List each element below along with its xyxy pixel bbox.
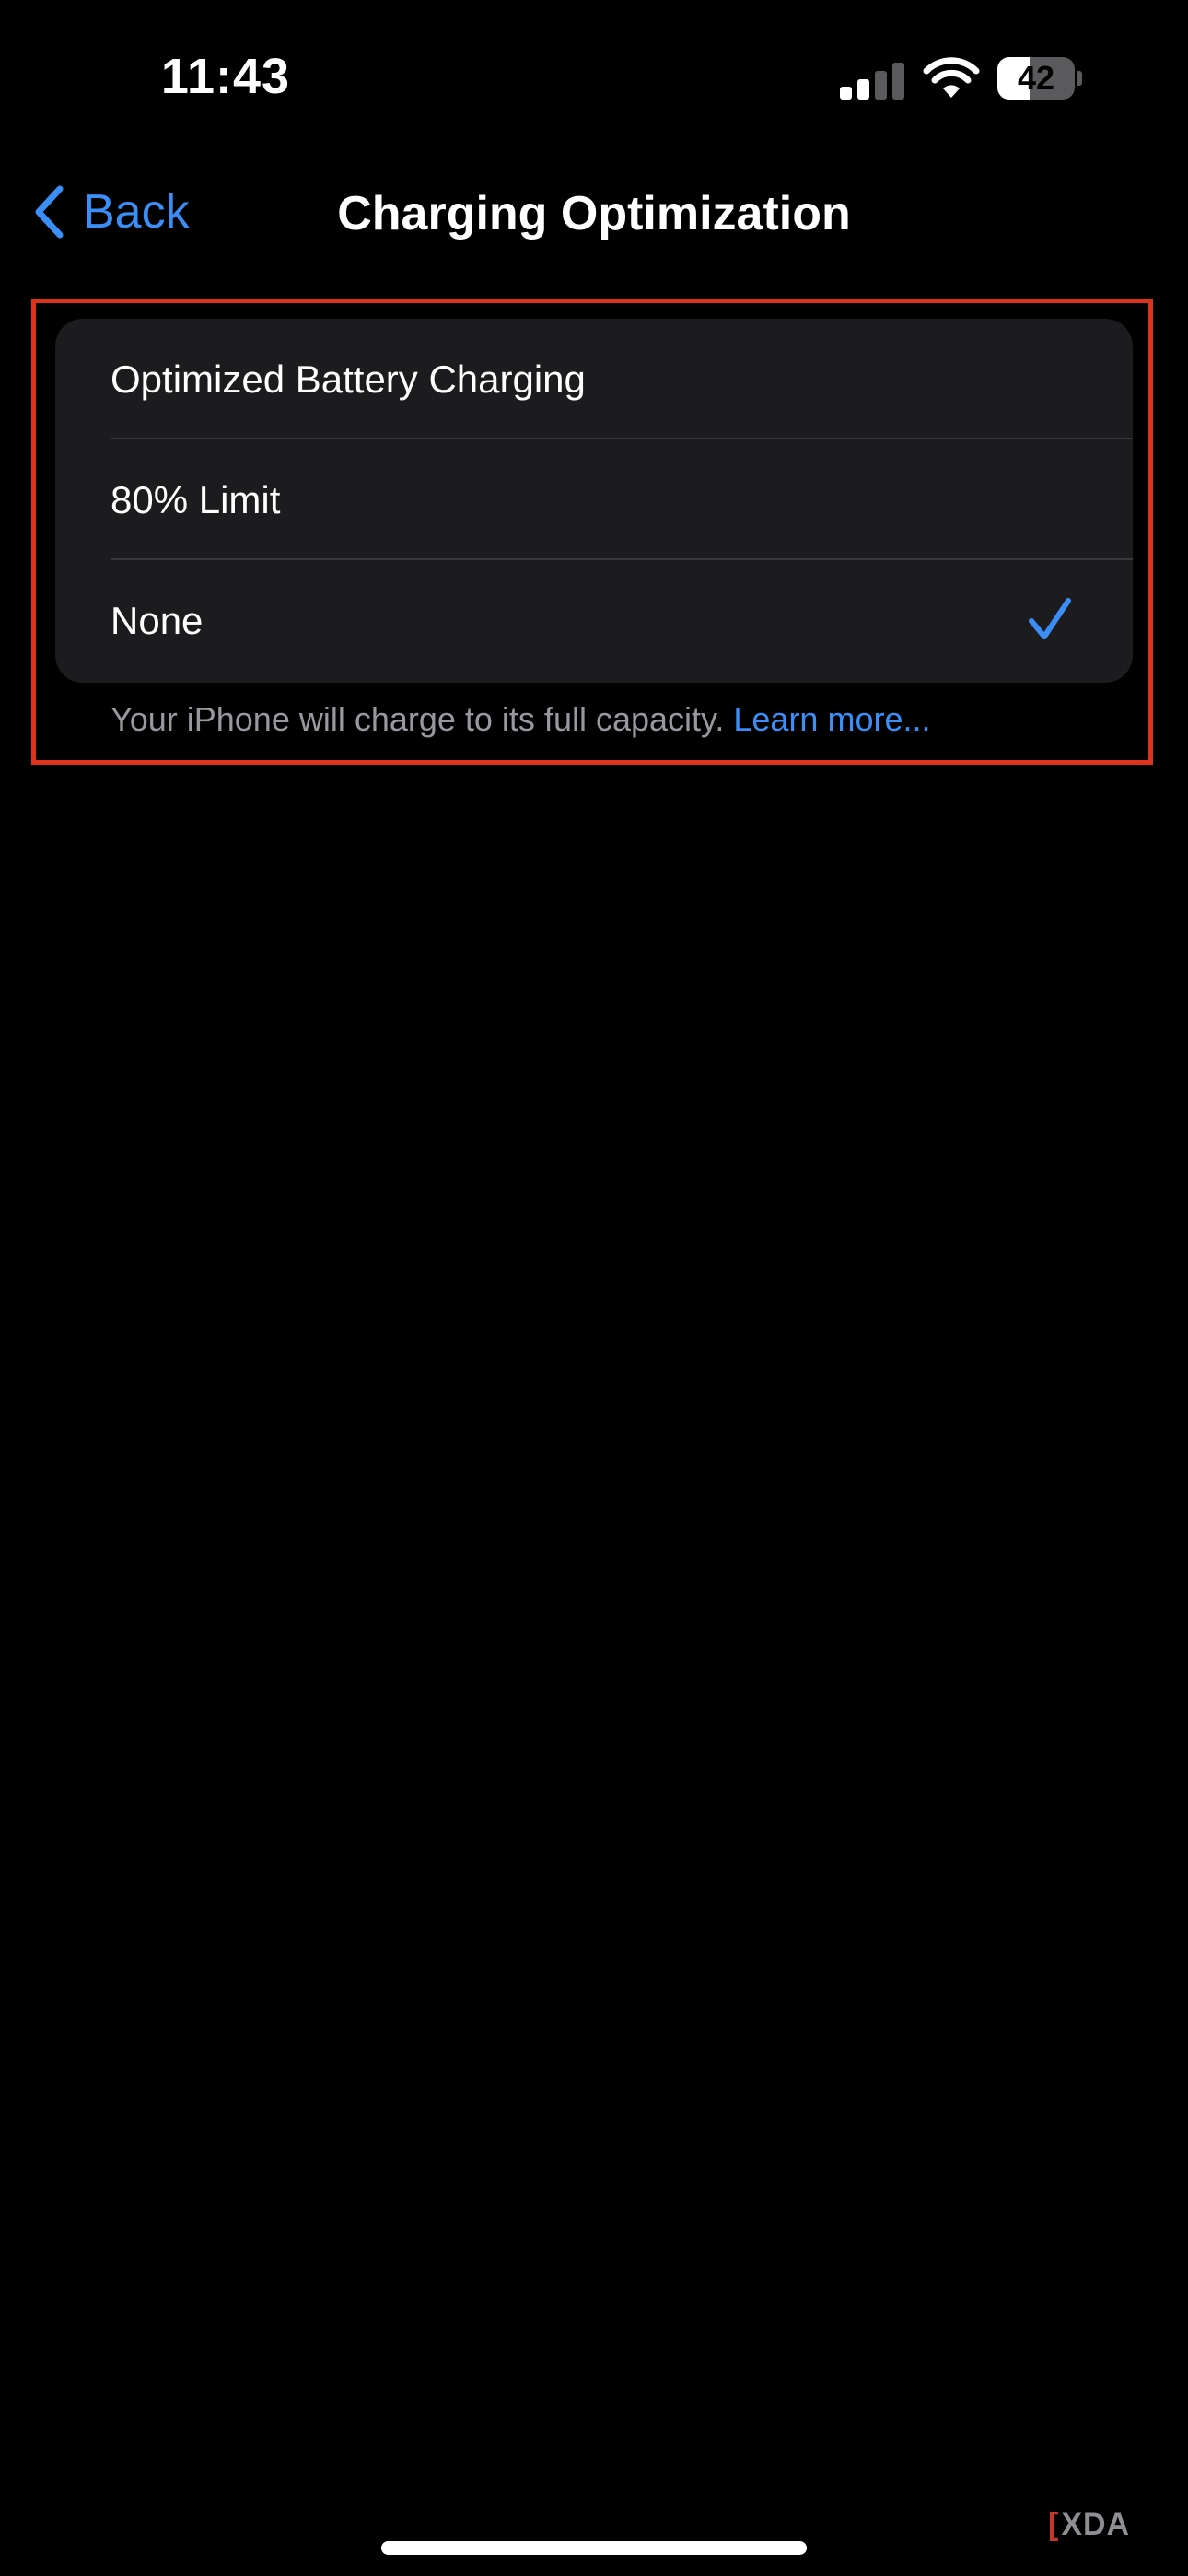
option-label: 80% Limit (111, 478, 281, 521)
option-80-percent-limit[interactable]: 80% Limit (55, 439, 1133, 560)
home-indicator[interactable] (381, 2541, 807, 2555)
learn-more-link[interactable]: Learn more... (733, 700, 930, 738)
battery-icon: 42 (997, 57, 1082, 100)
signal-bar-3 (875, 71, 887, 100)
nav-bar: Back Charging Optimization (0, 166, 1188, 258)
watermark-text: XDA (1061, 2506, 1131, 2542)
cellular-signal-icon (840, 61, 906, 100)
page-title: Charging Optimization (337, 187, 851, 240)
option-optimized-battery-charging[interactable]: Optimized Battery Charging (55, 319, 1133, 439)
xda-bracket-icon: [ (1048, 2506, 1060, 2542)
footer-text: Your iPhone will charge to its full capa… (111, 700, 725, 738)
wifi-icon (923, 57, 980, 100)
checkmark-icon (1029, 598, 1071, 639)
status-time: 11:43 (160, 49, 291, 104)
footer-description: Your iPhone will charge to its full capa… (111, 700, 930, 739)
battery-percent: 42 (1017, 59, 1055, 97)
battery-cap (1077, 71, 1082, 86)
battery-body: 42 (997, 57, 1075, 100)
option-none[interactable]: None (55, 560, 1133, 681)
charging-options-list: Optimized Battery Charging 80% Limit Non… (55, 319, 1133, 683)
option-label: None (111, 599, 204, 642)
signal-bar-1 (840, 87, 852, 100)
option-label: Optimized Battery Charging (111, 357, 586, 401)
status-bar: 11:43 42 (0, 0, 1188, 157)
signal-bar-4 (892, 63, 904, 100)
xda-watermark-logo: [ XDA (1048, 2506, 1130, 2543)
signal-bar-2 (857, 79, 869, 100)
